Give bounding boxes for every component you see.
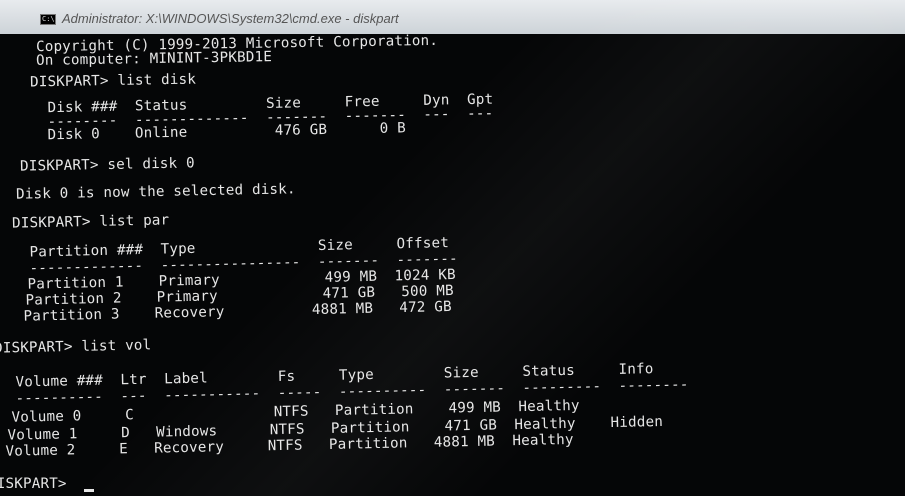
prompt-list-disk: DISKPART> list disk	[29, 71, 197, 91]
prompt-list-par: DISKPART> list par	[11, 212, 170, 232]
console-icon: C:\	[40, 14, 56, 25]
selected-disk-message: Disk 0 is now the selected disk.	[15, 181, 296, 203]
title-bar[interactable]: C:\ Administrator: X:\WINDOWS\System32\c…	[0, 0, 905, 35]
console-output[interactable]: Copyright (C) 1999-2013 Microsoft Corpor…	[0, 33, 905, 496]
text-cursor	[84, 489, 94, 492]
window-title: Administrator: X:\WINDOWS\System32\cmd.e…	[62, 11, 399, 26]
prompt-sel-disk: DISKPART> sel disk 0	[19, 155, 195, 175]
console-icon-label: C:\	[42, 15, 55, 23]
computer-name-line: On computer: MININT-3PKBD1E	[35, 49, 273, 69]
cmd-window: C:\ Administrator: X:\WINDOWS\System32\c…	[0, 0, 905, 496]
prompt-list-vol: DISKPART> list vol	[0, 337, 152, 357]
current-prompt[interactable]: DISKPART>	[0, 476, 75, 492]
